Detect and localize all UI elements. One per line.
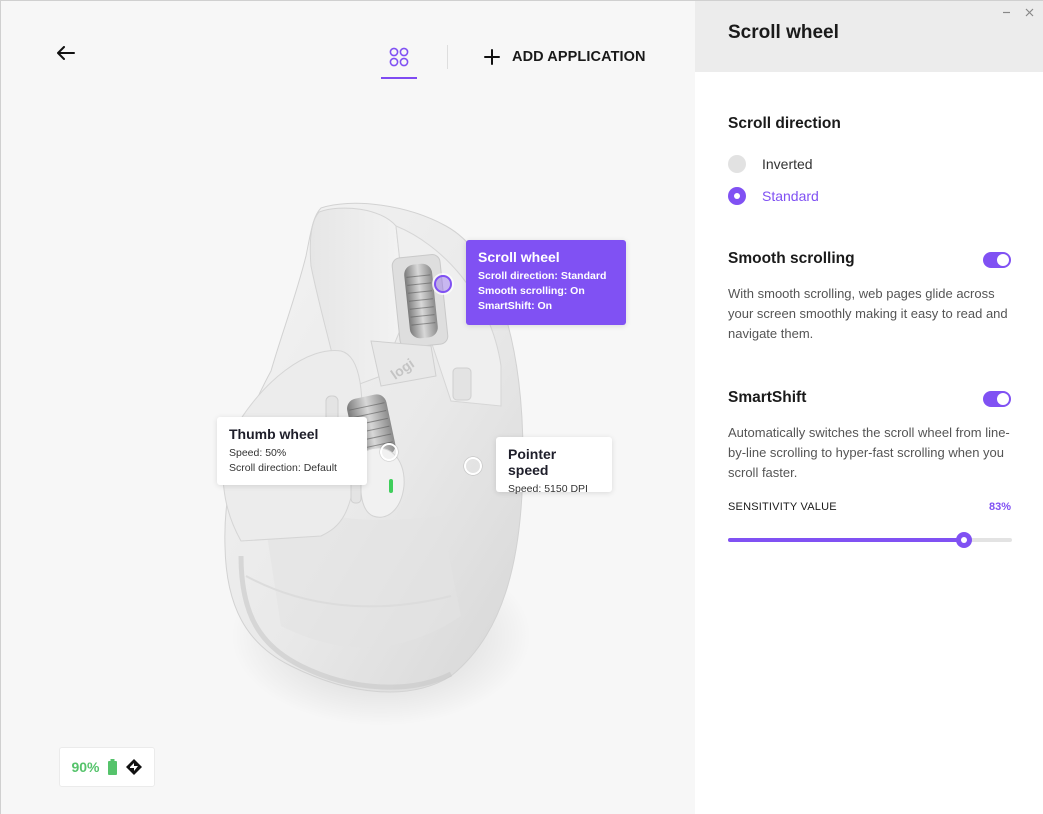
slider-fill: [728, 538, 964, 542]
scroll-wheel-callout-title: Scroll wheel: [478, 249, 560, 265]
minimize-icon: [1002, 11, 1010, 14]
scroll-wheel-callout-line: Scroll direction: Standard: [478, 270, 607, 282]
mouse-mode-button: [452, 367, 472, 401]
panel-title: Scroll wheel: [728, 22, 839, 43]
scroll-wheel-callout[interactable]: Scroll wheel Scroll direction: Standard …: [466, 240, 626, 325]
radio-standard-label: Standard: [762, 188, 819, 204]
scroll-direction-title: Scroll direction: [728, 115, 841, 132]
smooth-scrolling-description: With smooth scrolling, web pages glide a…: [728, 286, 1008, 341]
add-application-button[interactable]: ADD APPLICATION: [484, 49, 646, 65]
thumb-wheel-callout-line: Speed: 50%: [229, 447, 287, 459]
sensitivity-label: SENSITIVITY VALUE: [728, 501, 837, 513]
battery-status[interactable]: 90%: [59, 747, 155, 787]
plus-icon: [484, 49, 500, 65]
thumb-wheel-callout-line: Scroll direction: Default: [229, 462, 337, 474]
nav-divider: [447, 45, 448, 69]
radio-inverted-indicator[interactable]: [728, 155, 746, 173]
slider-thumb[interactable]: [955, 532, 972, 548]
minimize-button[interactable]: [998, 5, 1014, 20]
close-icon: [1025, 8, 1033, 17]
scroll-wheel-callout-line: SmartShift: On: [478, 300, 553, 312]
smartshift-title: SmartShift: [728, 389, 807, 406]
radio-inverted-label: Inverted: [762, 156, 813, 172]
smartshift-toggle[interactable]: [983, 391, 1011, 407]
logi-bolt-icon: [125, 759, 142, 775]
sensitivity-value: 83%: [988, 501, 1011, 513]
battery-percentage: 90%: [71, 759, 100, 775]
pointer-speed-callout[interactable]: Pointer speed Speed: 5150 DPI: [496, 437, 612, 495]
back-button[interactable]: [51, 39, 81, 67]
pointer-speed-callout-title: Pointer speed: [508, 446, 557, 478]
settings-panel: Scroll wheel Scroll direction Inverted S…: [695, 1, 1043, 814]
device-view: ADD APPLICATION logi Scroll wheel Scroll…: [1, 1, 695, 814]
add-application-label: ADD APPLICATION: [512, 49, 646, 65]
tab-all-applications[interactable]: [381, 41, 417, 79]
battery-icon: [107, 759, 117, 775]
app-window: ADD APPLICATION logi Scroll wheel Scroll…: [0, 0, 1043, 814]
pointer-speed-callout-line: Speed: 5150 DPI: [508, 483, 588, 495]
mouse-status-led: [389, 479, 393, 493]
panel-header: Scroll wheel: [695, 1, 1043, 72]
radio-standard[interactable]: Standard: [728, 187, 819, 205]
close-button[interactable]: [1021, 5, 1037, 20]
radio-inverted[interactable]: Inverted: [728, 155, 813, 173]
scroll-wheel-hotspot[interactable]: [434, 275, 452, 293]
arrow-left-icon: [57, 46, 75, 60]
thumb-wheel-callout[interactable]: Thumb wheel Speed: 50% Scroll direction:…: [217, 417, 367, 485]
radio-standard-indicator[interactable]: [728, 187, 746, 205]
apps-grid-icon: [389, 47, 409, 67]
smooth-scrolling-toggle[interactable]: [983, 252, 1011, 268]
pointer-speed-hotspot[interactable]: [464, 457, 482, 475]
thumb-wheel-callout-title: Thumb wheel: [229, 426, 319, 442]
sensitivity-slider[interactable]: [728, 532, 1012, 548]
smartshift-description: Automatically switches the scroll wheel …: [728, 425, 1010, 480]
thumb-wheel-hotspot[interactable]: [380, 443, 398, 461]
top-nav: ADD APPLICATION: [381, 41, 646, 79]
scroll-wheel-callout-line: Smooth scrolling: On: [478, 285, 585, 297]
smooth-scrolling-title: Smooth scrolling: [728, 250, 855, 267]
